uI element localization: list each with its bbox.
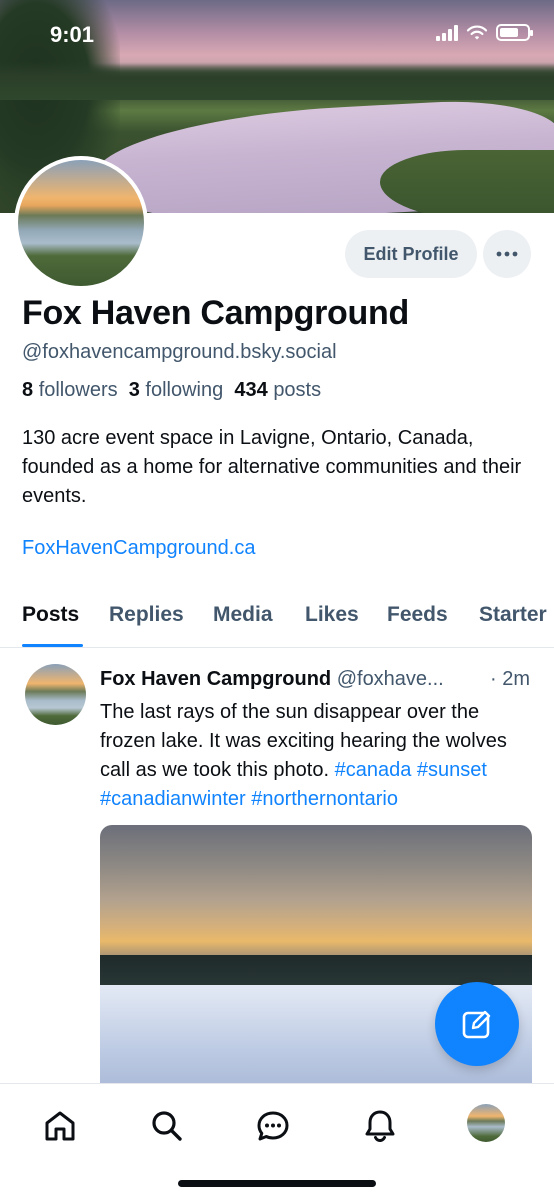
following-link[interactable]: 3 following [129, 379, 224, 401]
post-avatar[interactable] [25, 664, 86, 725]
followers-label: followers [38, 379, 118, 401]
nav-profile-avatar[interactable] [467, 1104, 505, 1142]
status-bar: 9:01 [0, 0, 554, 70]
post-timestamp: · 2m [490, 668, 530, 690]
tab-replies[interactable]: Replies [109, 603, 184, 627]
home-icon [45, 1111, 75, 1141]
wifi-icon [466, 25, 488, 39]
profile-bio: 130 acre event space in Lavigne, Ontario… [22, 427, 522, 507]
nav-home[interactable] [40, 1106, 80, 1146]
hashtag-link[interactable]: #canadianwinter [100, 788, 246, 810]
chat-icon [257, 1111, 289, 1141]
profile-stats: 8 followers 3 following 434 posts [22, 379, 321, 402]
profile-name: Fox Haven Campground [22, 294, 409, 332]
posts-count: 434 [234, 379, 268, 401]
post-header: Fox Haven Campground @foxhave... · 2m [100, 668, 540, 691]
tab-starter[interactable]: Starter [479, 603, 547, 627]
compose-post-button[interactable] [435, 982, 519, 1066]
tab-posts[interactable]: Posts [22, 603, 79, 627]
bell-icon [365, 1110, 395, 1143]
hashtag-link[interactable]: #canada [335, 759, 412, 781]
tab-media[interactable]: Media [213, 603, 273, 627]
profile-handle: @foxhavencampground.bsky.social [22, 341, 337, 363]
status-time: 9:01 [50, 22, 95, 47]
home-indicator [178, 1180, 376, 1187]
compose-icon [462, 1010, 491, 1039]
post-text: The last rays of the sun disappear over … [100, 698, 540, 814]
post-author[interactable]: Fox Haven Campground [100, 668, 331, 690]
followers-link[interactable]: 8 followers [22, 379, 118, 401]
tab-feeds[interactable]: Feeds [387, 603, 448, 627]
hashtag-link[interactable]: #sunset [417, 759, 487, 781]
profile-avatar[interactable] [14, 156, 148, 290]
post-handle[interactable]: @foxhave... [337, 668, 444, 690]
search-icon [152, 1111, 182, 1141]
profile-website-link[interactable]: FoxHavenCampground.ca [22, 537, 255, 560]
profile-tabs: Posts Replies Media Likes Feeds Starter [0, 590, 554, 648]
nav-chat[interactable] [253, 1106, 293, 1146]
ellipsis-icon [496, 251, 518, 257]
following-count: 3 [128, 379, 140, 401]
nav-notifications[interactable] [360, 1106, 400, 1146]
following-label: following [145, 379, 224, 401]
banner-grass [380, 150, 554, 213]
cellular-signal-icon [436, 24, 458, 41]
battery-icon [496, 24, 533, 41]
edit-profile-button[interactable]: Edit Profile [345, 230, 477, 278]
hashtag-link[interactable]: #northernontario [251, 788, 398, 810]
more-options-button[interactable] [483, 230, 531, 278]
posts-stat: 434 posts [234, 379, 321, 401]
nav-search[interactable] [147, 1106, 187, 1146]
followers-count: 8 [22, 379, 34, 401]
posts-label: posts [273, 379, 322, 401]
status-icons [436, 24, 533, 41]
tab-likes[interactable]: Likes [305, 603, 359, 627]
active-tab-indicator [22, 644, 83, 647]
